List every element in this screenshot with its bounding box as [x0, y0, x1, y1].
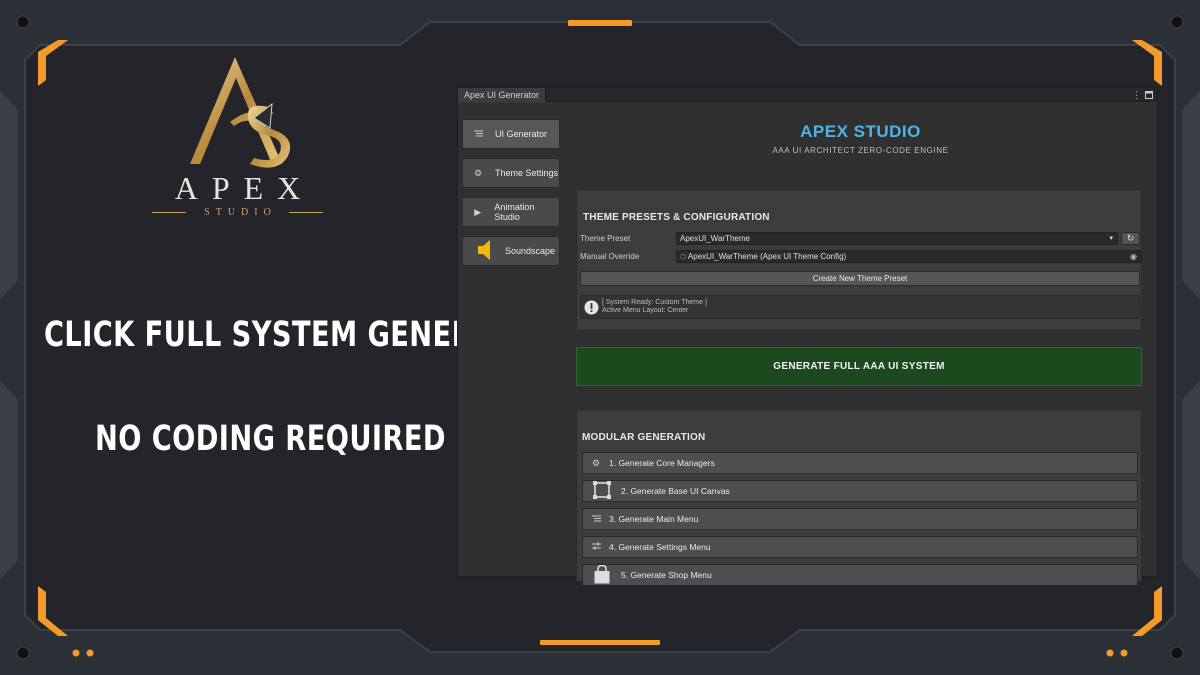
- brand-header: APEX STUDIO AAA UI ARCHITECT ZERO-CODE E…: [578, 122, 1143, 155]
- object-picker-icon[interactable]: ◉: [1130, 251, 1137, 262]
- manual-override-label: Manual Override: [580, 252, 640, 261]
- shopping-bag-icon: [583, 564, 621, 586]
- play-icon: ▶: [474, 206, 482, 217]
- gear-icon: ⚙: [591, 457, 601, 468]
- logo-rule-right: [289, 212, 323, 213]
- modular-button-label: 2. Generate Base UI Canvas: [621, 486, 730, 496]
- warning-icon: [584, 300, 599, 320]
- sidebar-item-label: Theme Settings: [495, 168, 559, 178]
- generate-base-ui-canvas-button[interactable]: 2. Generate Base UI Canvas: [582, 480, 1138, 502]
- headline-no-coding: NO CODING REQUIRED: [95, 419, 446, 459]
- sidebar-item-label: UI Generator: [495, 129, 548, 139]
- gear-icon: ⚙: [473, 167, 483, 178]
- modular-panel-title: MODULAR GENERATION: [582, 432, 706, 443]
- brand-subtitle: AAA UI ARCHITECT ZERO-CODE ENGINE: [772, 146, 949, 155]
- theme-presets-panel: THEME PRESETS & CONFIGURATION Theme Pres…: [576, 189, 1142, 331]
- kebab-menu-icon[interactable]: ⋮: [1132, 88, 1141, 102]
- window-titlebar: Apex UI Generator ⋮: [458, 88, 1157, 102]
- sidebar-item-label: Soundscape: [505, 246, 556, 256]
- speaker-icon: [475, 239, 495, 263]
- sidebar-item-label: Animation Studio: [494, 202, 535, 222]
- modular-button-label: 5. Generate Shop Menu: [621, 570, 712, 580]
- manual-override-value: ApexUI_WarTheme (Apex UI Theme Config): [687, 252, 847, 261]
- generate-core-managers-button[interactable]: ⚙ 1. Generate Core Managers: [582, 452, 1138, 474]
- canvas-frame-icon: [583, 481, 621, 501]
- maximize-icon[interactable]: [1145, 88, 1153, 102]
- apex-ui-generator-window: Apex UI Generator ⋮ UI Generator ⚙ Theme…: [457, 87, 1158, 586]
- theme-preset-dropdown[interactable]: ApexUI_WarTheme ▾: [676, 232, 1118, 245]
- create-theme-preset-button[interactable]: Create New Theme Preset: [580, 271, 1140, 286]
- window-body: UI Generator ⚙ Theme Settings ▶ Animatio…: [458, 103, 1157, 586]
- status-line-1: [ System Ready: Custom Theme ]: [602, 299, 707, 306]
- window-tab[interactable]: Apex UI Generator: [458, 88, 547, 102]
- apex-studio-logo: APEX STUDIO: [150, 52, 325, 222]
- status-text: [ System Ready: Custom Theme ] Active Me…: [602, 299, 707, 315]
- generate-settings-menu-button[interactable]: 4. Generate Settings Menu: [582, 536, 1138, 558]
- as-monogram-icon: [190, 57, 291, 168]
- brand-title: APEX STUDIO: [800, 122, 921, 141]
- manual-override-field[interactable]: ⬡ ApexUI_WarTheme (Apex UI Theme Config)…: [676, 250, 1142, 263]
- dropdown-arrow-icon: ▾: [1109, 235, 1113, 242]
- sidebar-item-soundscape[interactable]: Soundscape: [462, 236, 560, 266]
- sidebar-item-theme-settings[interactable]: ⚙ Theme Settings: [462, 158, 560, 188]
- status-box: [ System Ready: Custom Theme ] Active Me…: [580, 295, 1140, 319]
- sidebar-item-ui-generator[interactable]: UI Generator: [462, 119, 560, 149]
- list-icon: [471, 129, 485, 139]
- logo-wordmark: APEX: [174, 170, 315, 206]
- list-icon: [583, 514, 609, 524]
- theme-preset-label: Theme Preset: [580, 234, 631, 243]
- modular-generation-panel: MODULAR GENERATION ⚙ 1. Generate Core Ma…: [576, 409, 1142, 586]
- sidebar: UI Generator ⚙ Theme Settings ▶ Animatio…: [462, 119, 560, 275]
- sliders-icon: [583, 542, 609, 552]
- modular-button-label: 3. Generate Main Menu: [609, 514, 699, 524]
- modular-button-label: 4. Generate Settings Menu: [609, 542, 711, 552]
- status-line-2: Active Menu Layout: Center: [602, 307, 689, 314]
- generate-shop-menu-button[interactable]: 5. Generate Shop Menu: [582, 564, 1138, 586]
- generate-full-system-button[interactable]: GENERATE FULL AAA UI SYSTEM: [576, 347, 1142, 386]
- refresh-icon[interactable]: ↻: [1121, 232, 1140, 245]
- manual-override-row: Manual Override ⬡ ApexUI_WarTheme (Apex …: [580, 250, 1142, 264]
- sidebar-item-animation-studio[interactable]: ▶ Animation Studio: [462, 197, 560, 227]
- generate-main-menu-button[interactable]: 3. Generate Main Menu: [582, 508, 1138, 530]
- asset-icon: ⬡: [680, 254, 687, 261]
- modular-button-label: 1. Generate Core Managers: [609, 458, 715, 468]
- theme-panel-title: THEME PRESETS & CONFIGURATION: [583, 212, 770, 223]
- theme-preset-row: Theme Preset ApexUI_WarTheme ▾ ↻: [580, 232, 1140, 246]
- theme-preset-value: ApexUI_WarTheme: [680, 234, 750, 243]
